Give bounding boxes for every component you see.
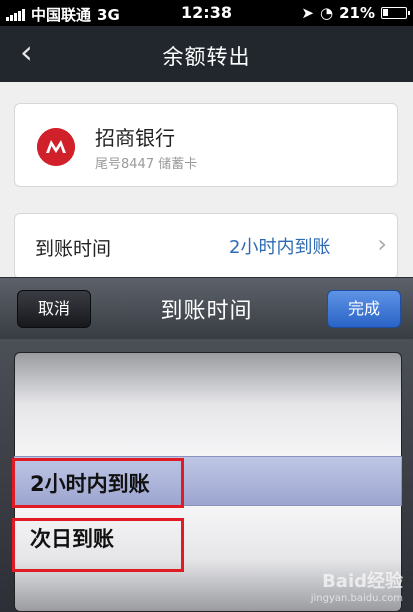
alarm-clock-icon: ◔ xyxy=(320,4,334,22)
arrival-time-label: 到账时间 xyxy=(35,238,112,260)
done-button[interactable]: 完成 xyxy=(327,290,401,328)
navigation-bar: ‹ 余额转出 xyxy=(0,26,413,82)
watermark-sub: jingyan.baidu.com xyxy=(310,593,403,604)
location-icon: ➤ xyxy=(301,4,314,22)
bank-card[interactable]: 招商银行 尾号8447 储蓄卡 xyxy=(14,103,398,187)
bank-name: 招商银行 xyxy=(95,126,175,150)
chevron-right-icon: › xyxy=(377,230,387,258)
battery-percent: 21% xyxy=(339,4,375,22)
page-title: 余额转出 xyxy=(162,45,251,69)
highlight-box-option-2 xyxy=(12,518,184,572)
status-bar: 中国联通 3G 12:38 ➤ ◔ 21% xyxy=(0,0,413,26)
watermark: Baid经验 jingyan.baidu.com xyxy=(311,567,403,604)
arrival-time-value: 2小时内到账 xyxy=(229,237,331,258)
battery-icon xyxy=(381,7,410,19)
highlight-box-option-1 xyxy=(12,458,184,508)
watermark-main: Baid经验 xyxy=(322,571,403,592)
bank-logo-icon xyxy=(37,128,75,166)
card-detail: 尾号8447 储蓄卡 xyxy=(95,157,198,172)
picker-toolbar: 取消 到账时间 完成 xyxy=(0,277,413,339)
arrival-time-row[interactable]: 到账时间 2小时内到账 › xyxy=(14,213,398,279)
